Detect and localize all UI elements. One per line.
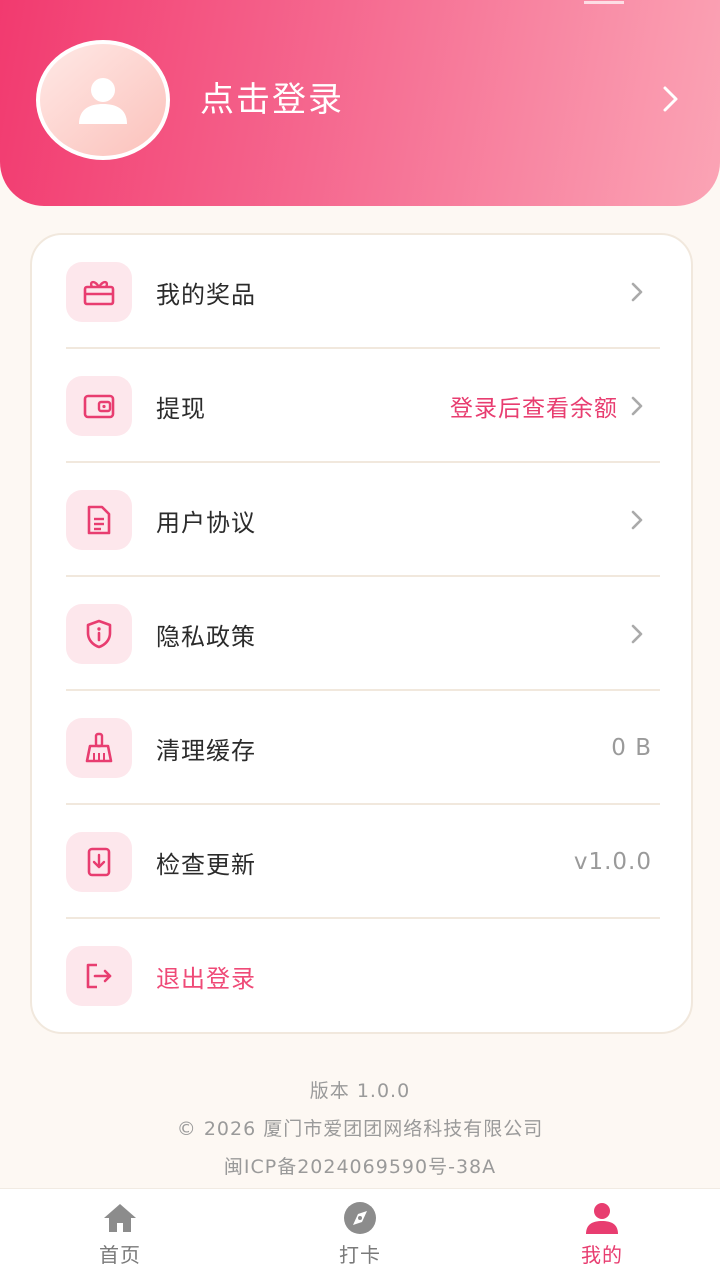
cache-size: 0 B <box>611 735 652 761</box>
menu-card: 我的奖品 提现 登录后查看余额 用户协议 隐私政策 清理缓存 0 B 检查更新 … <box>30 233 693 1034</box>
balance-hint: 登录后查看余额 <box>450 396 618 422</box>
chevron-right-icon <box>626 281 648 303</box>
profile-header: 点击登录 <box>0 0 720 206</box>
home-icon <box>104 1204 136 1232</box>
menu-item-label: 我的奖品 <box>156 280 256 309</box>
bottom-tab-bar: 首页 打卡 我的 <box>0 1188 720 1280</box>
menu-item-label: 提现 <box>156 394 206 423</box>
menu-item-label: 退出登录 <box>156 964 256 993</box>
gift-icon <box>66 262 132 322</box>
user-icon <box>586 1203 618 1234</box>
tab-mine[interactable]: 我的 <box>542 1201 662 1275</box>
menu-item-clear-cache[interactable]: 清理缓存 0 B <box>66 691 660 805</box>
status-bar <box>584 0 624 4</box>
menu-item-privacy-policy[interactable]: 隐私政策 <box>66 577 660 691</box>
menu-item-label: 隐私政策 <box>156 622 256 651</box>
app-version: v1.0.0 <box>573 849 652 875</box>
menu-item-label: 清理缓存 <box>156 736 256 765</box>
menu-item-prizes[interactable]: 我的奖品 <box>66 235 660 349</box>
tab-label: 打卡 <box>339 1243 381 1267</box>
tab-checkin[interactable]: 打卡 <box>300 1201 420 1275</box>
logout-icon <box>66 946 132 1006</box>
compass-icon <box>344 1202 376 1234</box>
shield-icon <box>66 604 132 664</box>
tab-label: 我的 <box>581 1243 623 1267</box>
broom-icon <box>66 718 132 778</box>
footer-version: 版本 1.0.0 <box>309 1080 411 1102</box>
chevron-right-icon <box>626 509 648 531</box>
menu-item-label: 用户协议 <box>156 508 256 537</box>
menu-item-check-update[interactable]: 检查更新 v1.0.0 <box>66 805 660 919</box>
wallet-icon <box>66 376 132 436</box>
menu-item-logout[interactable]: 退出登录 <box>66 919 660 1033</box>
tab-home[interactable]: 首页 <box>60 1201 180 1275</box>
avatar[interactable] <box>36 40 170 160</box>
user-avatar-icon <box>79 78 127 124</box>
chevron-right-icon <box>626 623 648 645</box>
login-link[interactable]: 点击登录 <box>200 72 344 121</box>
footer-icp: 闽ICP备2024069590号-38A <box>223 1156 497 1178</box>
footer-copyright: © 2026 厦门市爱团团网络科技有限公司 <box>176 1118 544 1140</box>
chevron-right-icon <box>626 395 648 417</box>
menu-item-withdraw[interactable]: 提现 登录后查看余额 <box>66 349 660 463</box>
menu-item-user-agreement[interactable]: 用户协议 <box>66 463 660 577</box>
tab-label: 首页 <box>99 1243 141 1267</box>
document-icon <box>66 490 132 550</box>
update-icon <box>66 832 132 892</box>
menu-item-label: 检查更新 <box>156 850 256 879</box>
chevron-right-icon[interactable] <box>656 84 686 114</box>
